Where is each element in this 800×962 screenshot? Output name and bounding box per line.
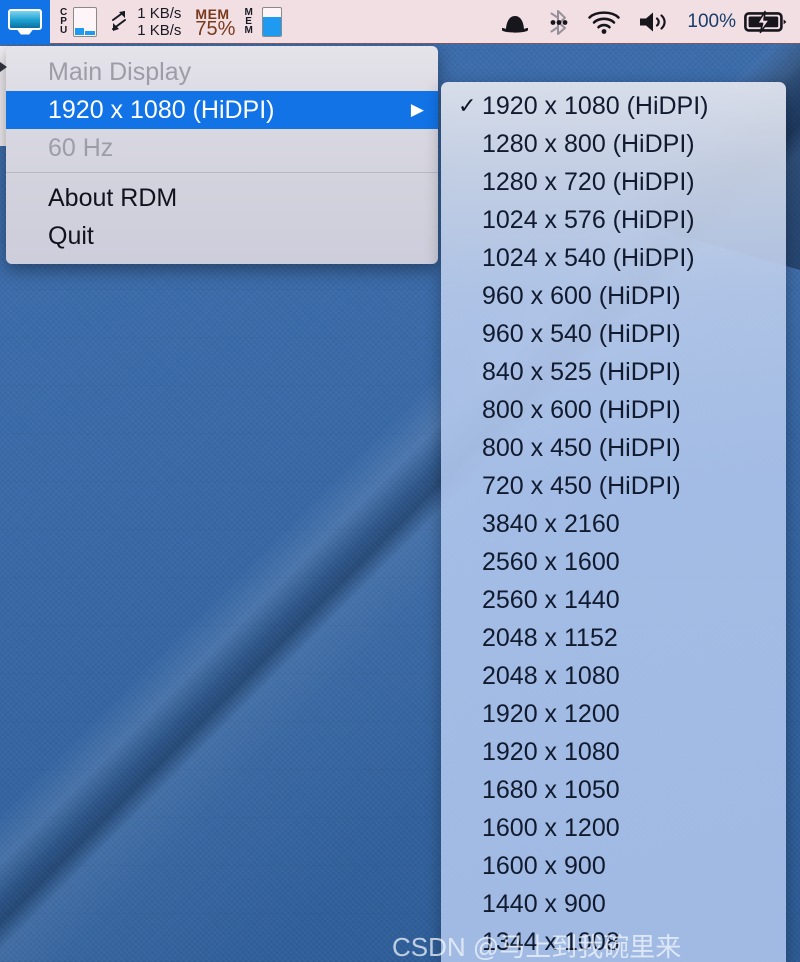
menubar-bartender-item[interactable] xyxy=(491,0,539,44)
menu-item-quit[interactable]: Quit xyxy=(6,217,438,255)
menu-item-refresh-rate: 60 Hz xyxy=(6,129,438,167)
submenu-item-resolution[interactable]: 1600 x 900 xyxy=(441,847,786,885)
submenu-item-label: 800 x 600 (HiDPI) xyxy=(482,395,681,424)
submenu-item-label: 2560 x 1440 xyxy=(482,585,620,614)
submenu-item-label: 2048 x 1152 xyxy=(482,623,618,652)
submenu-item-resolution[interactable]: 960 x 600 (HiDPI) xyxy=(441,277,786,315)
submenu-item-label: 2048 x 1080 xyxy=(482,661,620,690)
menu-separator xyxy=(6,172,438,173)
submenu-item-resolution[interactable]: 1920 x 1080 xyxy=(441,733,786,771)
submenu-item-label: 1920 x 1200 xyxy=(482,699,620,728)
submenu-item-resolution[interactable]: 2048 x 1152 xyxy=(441,619,786,657)
submenu-item-label: 2560 x 1600 xyxy=(482,547,620,576)
menubar-cpu-item[interactable]: CPU xyxy=(50,0,105,44)
resolution-submenu: ✓ 1920 x 1080 (HiDPI) 1280 x 800 (HiDPI) 12… xyxy=(441,82,786,962)
submenu-item-resolution[interactable]: 2560 x 1600 xyxy=(441,543,786,581)
memory-percent: 75% xyxy=(195,17,236,40)
submenu-item-resolution[interactable]: 1344 x 1008 xyxy=(441,923,786,961)
menu-item-about-rdm-label: About RDM xyxy=(48,183,178,212)
submenu-item-resolution[interactable]: 1024 x 576 (HiDPI) xyxy=(441,201,786,239)
submenu-item-resolution[interactable]: 3840 x 2160 xyxy=(441,505,786,543)
submenu-item-resolution[interactable]: ✓ 1920 x 1080 (HiDPI) xyxy=(441,87,786,125)
submenu-item-label: 800 x 450 (HiDPI) xyxy=(482,433,681,462)
submenu-item-resolution[interactable]: 960 x 540 (HiDPI) xyxy=(441,315,786,353)
submenu-item-resolution[interactable]: 1920 x 1200 xyxy=(441,695,786,733)
submenu-item-label: 960 x 540 (HiDPI) xyxy=(482,319,681,348)
battery-percent: 100% xyxy=(687,10,736,32)
menubar-rdm-item[interactable] xyxy=(0,0,50,44)
submenu-item-label: 1280 x 800 (HiDPI) xyxy=(482,129,695,158)
menubar-memory-item[interactable]: MEM 75% MEM xyxy=(189,0,289,44)
submenu-item-label: 1024 x 576 (HiDPI) xyxy=(482,205,695,234)
menu-item-about-rdm[interactable]: About RDM xyxy=(6,179,438,217)
submenu-item-resolution[interactable]: 2560 x 1440 xyxy=(441,581,786,619)
memory-gauge-icon xyxy=(261,6,282,37)
submenu-item-resolution[interactable]: 1024 x 540 (HiDPI) xyxy=(441,239,786,277)
cpu-gauge-icon xyxy=(73,6,98,37)
submenu-item-label: 1600 x 1200 xyxy=(482,813,620,842)
bluetooth-icon xyxy=(550,9,568,35)
menubar-volume-item[interactable] xyxy=(629,0,679,44)
memory-vertical-label: MEM xyxy=(244,7,253,36)
menubar-network-item[interactable]: 1 KB/s 1 KB/s xyxy=(105,0,189,44)
menu-item-refresh-rate-label: 60 Hz xyxy=(48,133,114,162)
adjacent-menu-arrow-icon xyxy=(0,62,7,72)
cpu-label: CPU xyxy=(60,7,68,36)
submenu-item-resolution[interactable]: 1280 x 720 (HiDPI) xyxy=(441,163,786,201)
menubar-battery-item[interactable]: 100% xyxy=(679,0,800,44)
submenu-item-resolution[interactable]: 720 x 450 (HiDPI) xyxy=(441,467,786,505)
menu-item-main-display: Main Display xyxy=(6,53,438,91)
submenu-item-label: 1440 x 900 xyxy=(482,889,606,918)
submenu-item-label: 3840 x 2160 xyxy=(482,509,620,538)
submenu-item-label: 1600 x 900 xyxy=(482,851,606,880)
display-icon xyxy=(8,8,42,35)
chevron-right-icon: ▶ xyxy=(410,100,424,119)
submenu-item-label: 1920 x 1080 xyxy=(482,737,620,766)
menubar-bluetooth-item[interactable] xyxy=(539,0,579,44)
submenu-item-label: 1024 x 540 (HiDPI) xyxy=(482,243,695,272)
submenu-item-label: 1920 x 1080 (HiDPI) xyxy=(482,91,709,120)
network-rates: 1 KB/s 1 KB/s xyxy=(137,5,181,39)
submenu-item-label: 960 x 600 (HiDPI) xyxy=(482,281,681,310)
checkmark-icon: ✓ xyxy=(458,93,477,118)
wifi-icon xyxy=(588,10,621,34)
battery-charging-icon xyxy=(744,10,787,33)
submenu-item-resolution[interactable]: 800 x 600 (HiDPI) xyxy=(441,391,786,429)
network-up-rate: 1 KB/s xyxy=(137,4,182,22)
submenu-item-resolution[interactable]: 1600 x 1200 xyxy=(441,809,786,847)
speaker-icon xyxy=(640,12,667,31)
submenu-item-resolution[interactable]: 840 x 525 (HiDPI) xyxy=(441,353,786,391)
submenu-item-resolution[interactable]: 800 x 450 (HiDPI) xyxy=(441,429,786,467)
screen: CPU 1 KB/s 1 KB/s MEM 75% M E M 100% Mai… xyxy=(0,0,800,962)
menu-item-main-display-label: Main Display xyxy=(48,57,192,86)
menu-item-quit-label: Quit xyxy=(48,221,94,250)
menu-item-resolution-label: 1920 x 1080 (HiDPI) xyxy=(48,95,275,124)
network-down-rate: 1 KB/s xyxy=(137,21,182,39)
menubar-wifi-item[interactable] xyxy=(579,0,629,44)
memory-text: MEM 75% xyxy=(195,6,236,40)
bowler-hat-icon xyxy=(502,15,529,33)
submenu-item-label: 720 x 450 (HiDPI) xyxy=(482,471,681,500)
submenu-item-resolution[interactable]: 1440 x 900 xyxy=(441,885,786,923)
submenu-item-label: 1344 x 1008 xyxy=(482,927,620,956)
rdm-dropdown-menu: Main Display 1920 x 1080 (HiDPI) ▶ 60 Hz… xyxy=(6,46,438,264)
network-arrows-icon xyxy=(109,9,129,35)
submenu-item-label: 1680 x 1050 xyxy=(482,775,620,804)
submenu-item-label: 1280 x 720 (HiDPI) xyxy=(482,167,695,196)
submenu-item-label: 840 x 525 (HiDPI) xyxy=(482,357,681,386)
menu-bar: CPU 1 KB/s 1 KB/s MEM 75% M E M 100% xyxy=(0,0,800,44)
menu-item-resolution[interactable]: 1920 x 1080 (HiDPI) ▶ xyxy=(6,91,438,129)
submenu-item-resolution[interactable]: 2048 x 1080 xyxy=(441,657,786,695)
submenu-item-resolution[interactable]: 1280 x 800 (HiDPI) xyxy=(441,125,786,163)
submenu-item-resolution[interactable]: 1680 x 1050 xyxy=(441,771,786,809)
